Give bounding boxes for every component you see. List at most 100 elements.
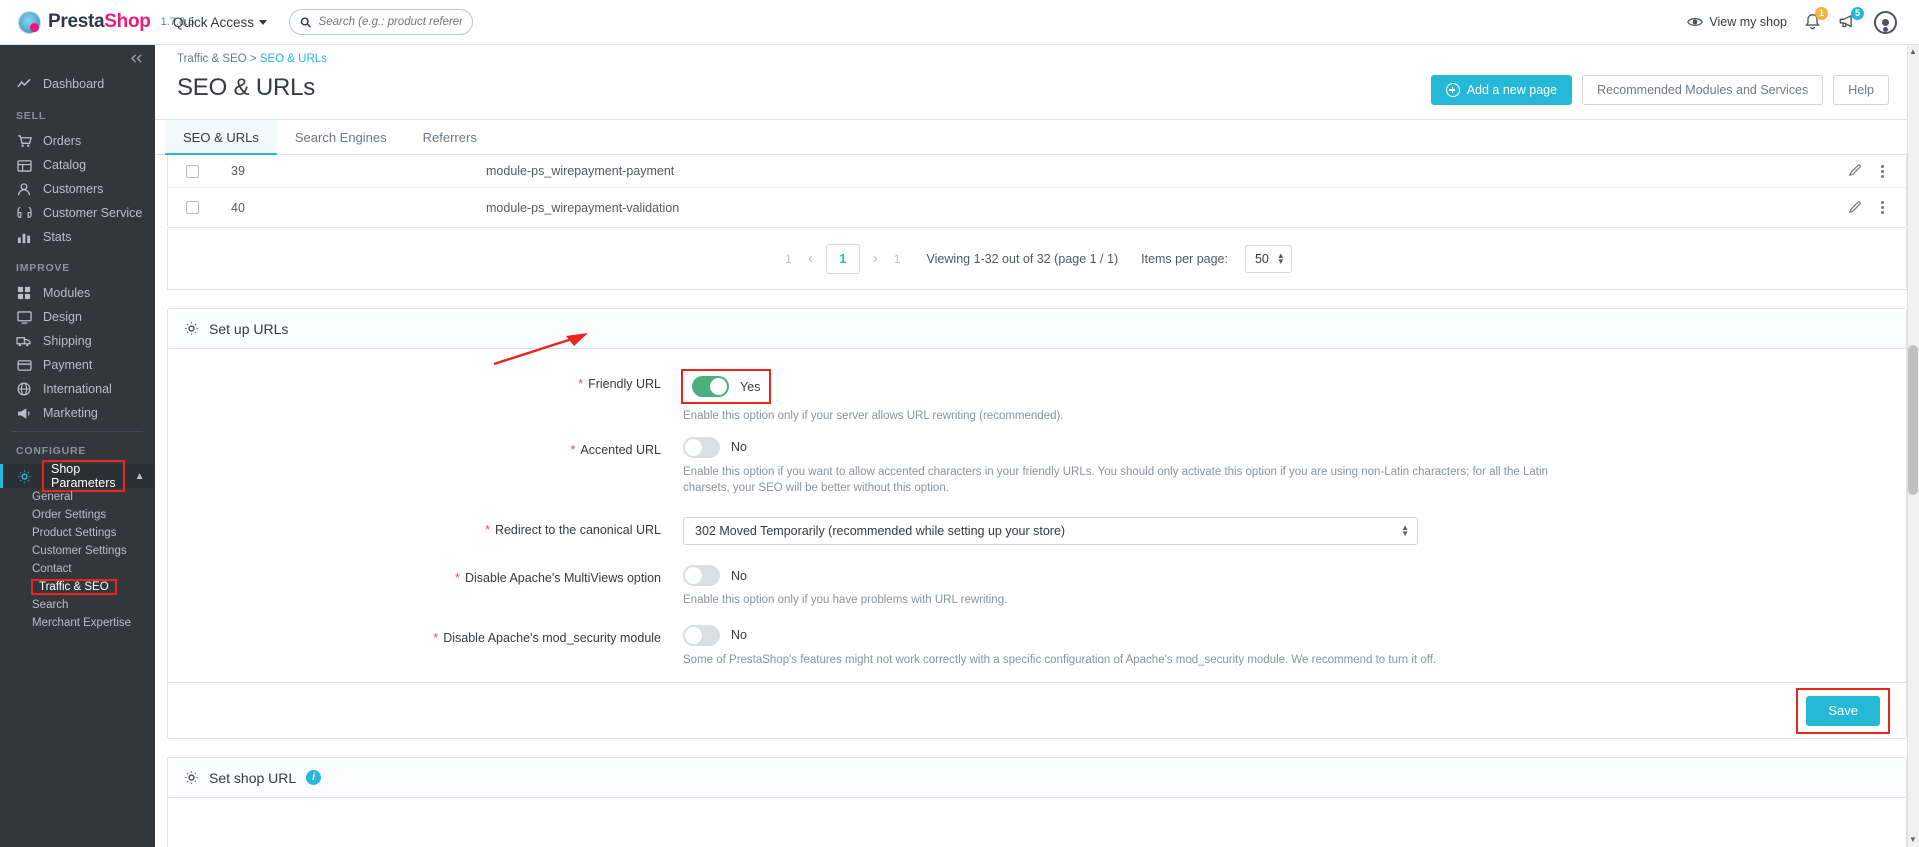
sidebar-subitem-label: Contact	[32, 563, 72, 575]
friendly-url-toggle[interactable]	[692, 376, 729, 397]
sidebar-subitem-contact[interactable]: Contact	[0, 560, 155, 578]
sidebar-item-customers[interactable]: Customers	[0, 177, 155, 201]
set-shop-url-panel-body	[168, 798, 1906, 847]
main-sidebar: Dashboard SELL Orders Catalog Customers	[0, 45, 155, 847]
mod-security-toggle-line: No	[683, 624, 1906, 646]
notifications-bell-button[interactable]: 1	[1804, 7, 1828, 31]
edit-pencil-icon[interactable]	[1849, 200, 1863, 215]
toggle-knob	[685, 438, 702, 456]
search-input[interactable]	[318, 16, 463, 28]
sidebar-subitem-customer-settings[interactable]: Customer Settings	[0, 542, 155, 560]
sidebar-item-marketing[interactable]: Marketing	[0, 401, 155, 425]
row-id: 40	[231, 200, 245, 215]
tab-search-engines[interactable]: Search Engines	[277, 120, 405, 154]
sidebar-item-catalog[interactable]: Catalog	[0, 153, 155, 177]
pagination-last[interactable]: 1	[891, 252, 904, 266]
tab-bar: SEO & URLs Search Engines Referrers	[155, 120, 1919, 155]
friendly-url-value: Yes	[740, 379, 761, 394]
sidebar-item-shipping[interactable]: Shipping	[0, 329, 155, 353]
scroll-up-icon[interactable]: ▲	[1908, 46, 1918, 58]
table-row[interactable]: 39 module-ps_wirepayment-payment	[168, 155, 1906, 188]
globe-icon	[16, 382, 32, 396]
global-search-box[interactable]	[289, 9, 474, 35]
sidebar-item-stats[interactable]: Stats	[0, 225, 155, 249]
add-new-page-label: Add a new page	[1466, 83, 1558, 97]
multiviews-label: Disable Apache's MultiViews option	[464, 571, 661, 586]
canonical-redirect-value: 302 Moved Temporarily (recommended while…	[695, 524, 1066, 539]
save-button[interactable]: Save	[1806, 695, 1880, 726]
shop-orders-button[interactable]: 5	[1838, 7, 1864, 31]
table-row[interactable]: 40 module-ps_wirepayment-validation	[168, 188, 1906, 227]
sidebar-subitem-search[interactable]: Search	[0, 596, 155, 614]
multiviews-toggle[interactable]	[683, 565, 720, 587]
sidebar-subitem-merchant-expertise[interactable]: Merchant Expertise	[0, 614, 155, 632]
pagination-next-icon[interactable]: ›	[869, 250, 882, 267]
required-asterisk: *	[433, 630, 439, 645]
shopping-cart-icon	[16, 134, 32, 148]
help-button[interactable]: Help	[1833, 75, 1889, 105]
setup-urls-form: * Friendly URL Yes Enable this option onl…	[168, 349, 1906, 682]
pagination-prev-icon[interactable]: ‹	[804, 250, 817, 267]
tab-seo-urls[interactable]: SEO & URLs	[165, 120, 277, 155]
row-more-actions-icon[interactable]	[1881, 164, 1884, 178]
sidebar-item-label: Shop Parameters	[42, 460, 125, 492]
sidebar-item-label: Orders	[43, 134, 82, 148]
canonical-redirect-field: 302 Moved Temporarily (recommended while…	[673, 517, 1906, 546]
accented-url-toggle[interactable]	[683, 436, 720, 458]
row-id: 39	[231, 164, 245, 178]
customers-icon	[16, 182, 32, 196]
tab-referrers[interactable]: Referrers	[405, 120, 495, 154]
scrollable-content: 39 module-ps_wirepayment-payment 40 modu…	[155, 155, 1919, 847]
sidebar-collapse-button[interactable]	[0, 45, 155, 71]
mod-security-toggle[interactable]	[683, 624, 720, 646]
page-scrollbar[interactable]: ▲ ▼	[1907, 45, 1919, 847]
sidebar-subitem-product-settings[interactable]: Product Settings	[0, 524, 155, 542]
add-new-page-button[interactable]: Add a new page	[1430, 75, 1573, 105]
canonical-redirect-label: Redirect to the canonical URL	[494, 523, 661, 538]
pagination-first[interactable]: 1	[782, 252, 795, 266]
sidebar-item-payment[interactable]: Payment	[0, 353, 155, 377]
friendly-url-help: Enable this option only if your server a…	[683, 410, 1064, 422]
row-checkbox[interactable]	[186, 164, 199, 178]
sidebar-section-configure: CONFIGURE	[16, 445, 87, 457]
sidebar-item-modules[interactable]: Modules	[0, 281, 155, 305]
sidebar-subitem-traffic-seo[interactable]: Traffic & SEO	[0, 578, 155, 596]
recommended-modules-button[interactable]: Recommended Modules and Services	[1582, 75, 1824, 105]
sidebar-item-label: Catalog	[43, 158, 87, 172]
user-avatar-button[interactable]	[1874, 10, 1897, 34]
multiviews-label-cell: * Disable Apache's MultiViews option	[168, 565, 673, 585]
chevron-up-icon: ▲	[134, 470, 145, 482]
scroll-down-icon[interactable]: ▼	[1908, 834, 1918, 846]
sidebar-item-customer-service[interactable]: Customer Service	[0, 201, 155, 225]
save-button-highlight-box: Save	[1796, 687, 1890, 734]
pagination-current-page[interactable]: 1	[825, 243, 860, 274]
sidebar-subitem-general[interactable]: General	[0, 488, 155, 506]
brand-logo-area[interactable]: PrestaShop 1.7.8.5	[0, 10, 194, 34]
set-shop-url-panel: Set shop URL i	[167, 757, 1907, 847]
mod-security-label: Disable Apache's mod_security module	[443, 630, 661, 645]
toggle-knob	[685, 567, 702, 585]
canonical-redirect-select[interactable]: 302 Moved Temporarily (recommended while…	[683, 517, 1418, 546]
sidebar-item-dashboard[interactable]: Dashboard	[0, 71, 155, 97]
edit-pencil-icon[interactable]	[1849, 164, 1863, 178]
tab-label: SEO & URLs	[183, 129, 259, 145]
breadcrumb-current[interactable]: SEO & URLs	[260, 53, 327, 65]
breadcrumb-parent[interactable]: Traffic & SEO	[177, 53, 247, 65]
row-more-actions-icon[interactable]	[1881, 201, 1884, 214]
sidebar-subitem-order-settings[interactable]: Order Settings	[0, 506, 155, 524]
items-per-page-label: Items per page:	[1141, 251, 1228, 266]
sidebar-item-shop-parameters[interactable]: Shop Parameters ▲	[0, 460, 155, 492]
setup-urls-panel: Set up URLs * Friendly URL Yes Enable th…	[167, 308, 1907, 740]
prestashop-admin-page: PrestaShop 1.7.8.5 Quick Access View my …	[0, 0, 1919, 847]
row-checkbox[interactable]	[186, 201, 199, 214]
sidebar-item-orders[interactable]: Orders	[0, 129, 155, 153]
quick-access-menu[interactable]: Quick Access	[173, 15, 268, 30]
view-my-shop-link[interactable]: View my shop	[1687, 15, 1787, 29]
sidebar-item-design[interactable]: Design	[0, 305, 155, 329]
items-per-page-select[interactable]: 50 ▲ ▼	[1244, 244, 1292, 273]
brand-name: PrestaShop	[48, 11, 151, 33]
sidebar-item-international[interactable]: International	[0, 377, 155, 401]
info-icon[interactable]: i	[306, 770, 322, 786]
scrollbar-thumb[interactable]	[1908, 345, 1918, 495]
stats-icon	[16, 231, 32, 244]
